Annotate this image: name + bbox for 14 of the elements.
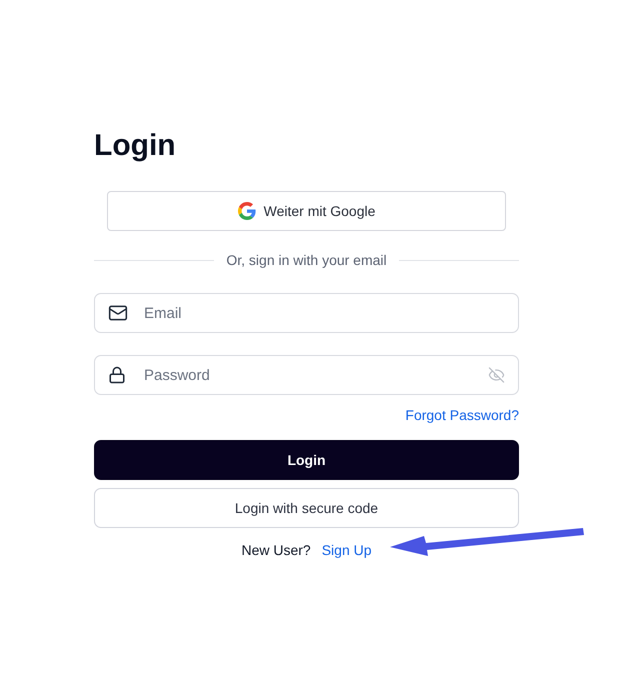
- new-user-prompt: New User?: [241, 541, 311, 559]
- google-sign-in-button[interactable]: Weiter mit Google: [107, 191, 506, 231]
- eye-off-icon[interactable]: [488, 366, 505, 384]
- google-logo-icon: [238, 202, 256, 220]
- secure-code-button[interactable]: Login with secure code: [94, 488, 519, 528]
- lock-icon: [108, 366, 126, 384]
- password-field[interactable]: Password: [94, 355, 519, 395]
- sign-up-link[interactable]: Sign Up: [322, 541, 372, 559]
- login-button[interactable]: Login: [94, 440, 519, 480]
- forgot-password-link[interactable]: Forgot Password?: [405, 406, 519, 424]
- email-field[interactable]: Email: [94, 293, 519, 333]
- mail-icon: [108, 303, 128, 323]
- page-title: Login: [94, 128, 176, 164]
- divider-label: Or, sign in with your email: [226, 252, 387, 268]
